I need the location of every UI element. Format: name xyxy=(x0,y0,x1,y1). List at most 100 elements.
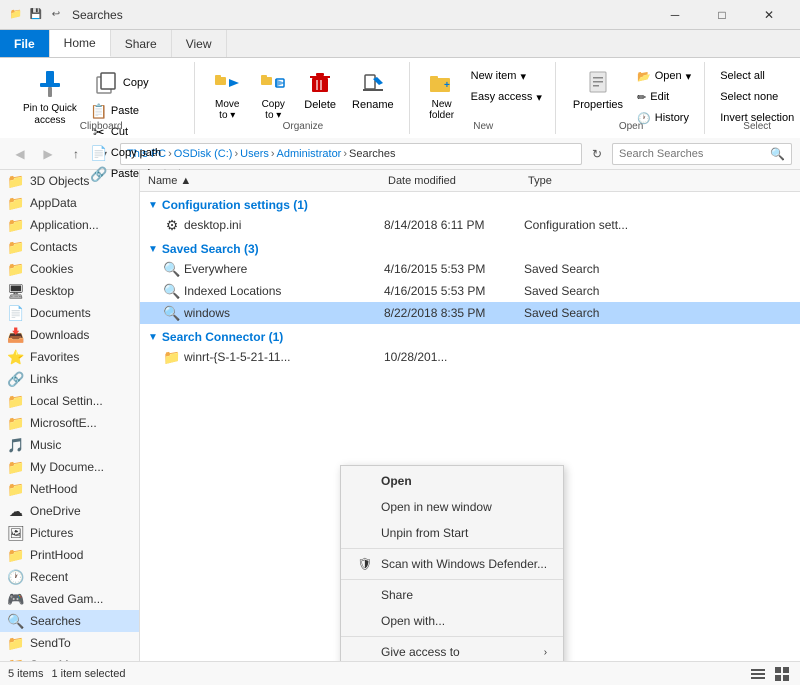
file-row-winrt[interactable]: 📁 winrt-{S-1-5-21-11... 10/28/201... xyxy=(140,346,800,368)
file-name-windows: windows xyxy=(184,306,230,320)
window-title: Searches xyxy=(72,8,652,22)
sidebar-item-startmenu[interactable]: 📁 Start Menu xyxy=(0,654,139,661)
games-icon: 🎮 xyxy=(8,591,24,607)
view-tiles-button[interactable] xyxy=(772,664,792,684)
copy-path-button[interactable]: 📄 Copy path xyxy=(86,143,186,163)
ctx-unpin[interactable]: Unpin from Start xyxy=(341,520,563,546)
sidebar-item-links[interactable]: 🔗 Links xyxy=(0,368,139,390)
open-button[interactable]: 📂 Open ▾ xyxy=(632,66,696,86)
sidebar-item-cookies[interactable]: 📁 Cookies xyxy=(0,258,139,280)
path-administrator[interactable]: Administrator xyxy=(277,148,342,160)
search-input[interactable] xyxy=(619,148,766,160)
tab-file[interactable]: File xyxy=(0,30,50,57)
ctx-open-with[interactable]: Open with... xyxy=(341,608,563,634)
sidebar-item-appdata[interactable]: 📁 AppData xyxy=(0,192,139,214)
paste-icon: 📋 xyxy=(91,103,107,119)
folder-icon: 📁 xyxy=(8,635,24,651)
select-none-button[interactable]: Select none xyxy=(715,87,799,107)
tab-view[interactable]: View xyxy=(172,30,227,57)
copy-button[interactable]: Copy xyxy=(86,66,186,100)
file-row-everywhere[interactable]: 🔍 Everywhere 4/16/2015 5:53 PM Saved Sea… xyxy=(140,258,800,280)
tab-home[interactable]: Home xyxy=(50,30,111,57)
sidebar-item-savedgames[interactable]: 🎮 Saved Gam... xyxy=(0,588,139,610)
main-content: 📁 3D Objects 📁 AppData 📁 Application... … xyxy=(0,170,800,661)
maximize-button[interactable]: □ xyxy=(699,0,745,30)
group-chevron-config[interactable]: ▼ xyxy=(148,200,158,211)
refresh-button[interactable]: ↻ xyxy=(586,143,608,165)
copy-label: Copy xyxy=(123,77,149,89)
new-folder-icon: + xyxy=(428,69,456,97)
group-chevron-connector[interactable]: ▼ xyxy=(148,332,158,343)
sidebar-item-recent[interactable]: 🕐 Recent xyxy=(0,566,139,588)
sidebar-item-application[interactable]: 📁 Application... xyxy=(0,214,139,236)
address-path[interactable]: This PC › OSDisk (C:) › Users › Administ… xyxy=(120,143,582,165)
move-to-button[interactable]: Moveto ▾ xyxy=(205,66,249,124)
file-type-desktopini: Configuration sett... xyxy=(520,218,680,232)
downloads-icon: 📥 xyxy=(8,327,24,343)
group-saved-search: ▼ Saved Search (3) xyxy=(140,236,800,258)
ctx-open-new-window[interactable]: Open in new window xyxy=(341,494,563,520)
sidebar-item-microsoft[interactable]: 📁 MicrosoftE... xyxy=(0,412,139,434)
close-button[interactable]: ✕ xyxy=(746,0,792,30)
ctx-give-access[interactable]: Give access to › xyxy=(341,639,563,661)
ctx-access-icon xyxy=(357,644,373,660)
group-chevron-saved[interactable]: ▼ xyxy=(148,244,158,255)
col-date-modified[interactable]: Date modified xyxy=(384,175,524,187)
ctx-share[interactable]: Share xyxy=(341,582,563,608)
tab-share[interactable]: Share xyxy=(111,30,172,57)
sidebar-item-printhood[interactable]: 📁 PrintHood xyxy=(0,544,139,566)
edit-button[interactable]: ✏ Edit xyxy=(632,87,696,107)
links-icon: 🔗 xyxy=(8,371,24,387)
select-all-label: Select all xyxy=(720,70,765,82)
file-row-desktopini[interactable]: ⚙ desktop.ini 8/14/2018 6:11 PM Configur… xyxy=(140,214,800,236)
sidebar-item-desktop[interactable]: 🖥 Desktop xyxy=(0,280,139,302)
edit-icon: ✏ xyxy=(637,91,646,104)
search-icon-sidebar: 🔍 xyxy=(8,613,24,629)
easy-access-button[interactable]: Easy access ▾ xyxy=(466,87,547,107)
delete-button[interactable]: Delete xyxy=(297,66,343,114)
sidebar-item-downloads[interactable]: 📥 Downloads xyxy=(0,324,139,346)
file-row-windows[interactable]: 🔍 windows 8/22/2018 8:35 PM Saved Search xyxy=(140,302,800,324)
sidebar-item-sendto[interactable]: 📁 SendTo xyxy=(0,632,139,654)
ctx-scan[interactable]: 🛡Scan with Windows Defender... xyxy=(341,551,563,577)
selected-count: 1 item selected xyxy=(51,668,125,680)
properties-label: Properties xyxy=(573,99,623,111)
file-list-header: Name ▲ Date modified Type xyxy=(140,170,800,192)
view-details-button[interactable] xyxy=(748,664,768,684)
edit-label: Edit xyxy=(650,91,669,103)
sidebar-item-music[interactable]: 🎵 Music xyxy=(0,434,139,456)
new-folder-button[interactable]: + Newfolder xyxy=(420,66,464,124)
ctx-open[interactable]: Open xyxy=(341,468,563,494)
sidebar-item-contacts[interactable]: 📁 Contacts xyxy=(0,236,139,258)
new-item-button[interactable]: New item ▾ xyxy=(466,66,547,86)
sidebar-item-localsettings[interactable]: 📁 Local Settin... xyxy=(0,390,139,412)
file-list[interactable]: Name ▲ Date modified Type ▼ Configuratio… xyxy=(140,170,800,661)
status-bar: 5 items 1 item selected xyxy=(0,661,800,685)
new-label: New xyxy=(412,121,555,132)
folder-icon: 📁 xyxy=(8,393,24,409)
sidebar-item-mydocuments[interactable]: 📁 My Docume... xyxy=(0,456,139,478)
sidebar-item-favorites[interactable]: ⭐ Favorites xyxy=(0,346,139,368)
music-icon: 🎵 xyxy=(8,437,24,453)
rename-button[interactable]: Rename xyxy=(345,66,401,114)
properties-icon xyxy=(584,69,612,97)
file-date-indexed: 4/16/2015 5:53 PM xyxy=(380,284,520,298)
copy-to-button[interactable]: Copyto ▾ xyxy=(251,66,295,124)
path-users[interactable]: Users xyxy=(240,148,269,160)
ribbon-group-select: Select all Select none Invert selection … xyxy=(707,62,800,134)
sidebar-item-pictures[interactable]: 🖼 Pictures xyxy=(0,522,139,544)
ctx-sep-1 xyxy=(341,548,563,549)
sidebar-item-onedrive[interactable]: ☁ OneDrive xyxy=(0,500,139,522)
minimize-button[interactable]: ─ xyxy=(652,0,698,30)
paste-button[interactable]: 📋 Paste xyxy=(86,101,186,121)
search-box[interactable]: 🔍 xyxy=(612,143,792,165)
select-all-button[interactable]: Select all xyxy=(715,66,799,86)
col-name[interactable]: Name ▲ xyxy=(144,175,384,187)
sidebar-item-nethood[interactable]: 📁 NetHood xyxy=(0,478,139,500)
sidebar-item-documents[interactable]: 📄 Documents xyxy=(0,302,139,324)
sidebar-item-searches[interactable]: 🔍 Searches xyxy=(0,610,139,632)
properties-button[interactable]: Properties xyxy=(566,66,630,114)
col-type[interactable]: Type xyxy=(524,175,684,187)
app-icon: 📁 xyxy=(8,7,24,23)
file-row-indexed[interactable]: 🔍 Indexed Locations 4/16/2015 5:53 PM Sa… xyxy=(140,280,800,302)
